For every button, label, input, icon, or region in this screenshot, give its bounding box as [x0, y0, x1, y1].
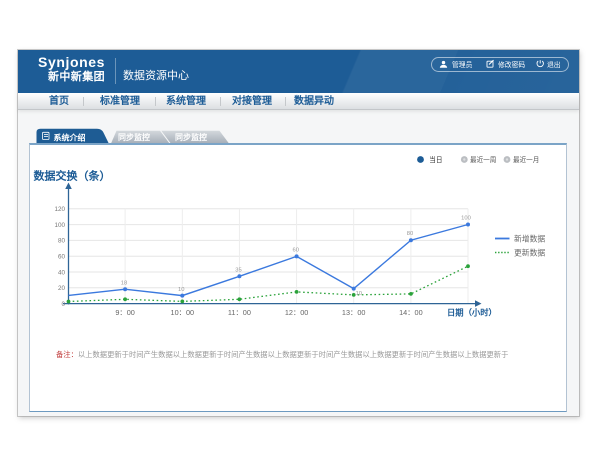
svg-text:修改密码: 修改密码 — [498, 60, 525, 69]
svg-text:更新数据: 更新数据 — [514, 247, 545, 257]
svg-text:12：00: 12：00 — [285, 308, 309, 317]
svg-text:40: 40 — [58, 269, 66, 276]
svg-text:最近一月: 最近一月 — [513, 155, 539, 164]
svg-text:10: 10 — [356, 291, 362, 297]
svg-text:13：00: 13：00 — [342, 308, 366, 317]
svg-text:18: 18 — [121, 281, 127, 287]
svg-text:退出: 退出 — [547, 60, 561, 69]
svg-text:10: 10 — [178, 287, 184, 293]
svg-text:11：00: 11：00 — [228, 308, 251, 317]
svg-text:120: 120 — [54, 206, 65, 213]
svg-text:20: 20 — [58, 285, 66, 292]
svg-text:80: 80 — [407, 231, 413, 237]
svg-text:当日: 当日 — [429, 155, 442, 164]
svg-text:100: 100 — [461, 216, 471, 222]
svg-text:同步监控: 同步监控 — [175, 132, 207, 142]
svg-text:80: 80 — [58, 238, 66, 245]
svg-text:系统介绍: 系统介绍 — [54, 133, 86, 143]
svg-text:管理员: 管理员 — [452, 60, 473, 69]
svg-text:60: 60 — [58, 254, 66, 261]
svg-text:14：00: 14：00 — [399, 308, 423, 317]
svg-text:9：00: 9：00 — [115, 308, 134, 317]
svg-text:35: 35 — [235, 267, 241, 273]
svg-text:100: 100 — [54, 222, 65, 229]
svg-text:数据交换（条）: 数据交换（条） — [34, 169, 111, 183]
svg-text:日期（小时）: 日期（小时） — [447, 308, 497, 318]
svg-text:同步监控: 同步监控 — [118, 132, 150, 142]
svg-text:0: 0 — [61, 301, 65, 308]
svg-text:备注：以上数据更新于时间产生数据以上数据更新于时间产生数据以: 备注：以上数据更新于时间产生数据以上数据更新于时间产生数据以上数据更新于时间产生… — [56, 350, 508, 359]
svg-text:10：00: 10：00 — [171, 308, 195, 317]
svg-text:60: 60 — [292, 247, 298, 253]
svg-text:新增数据: 新增数据 — [514, 233, 545, 243]
svg-text:最近一周: 最近一周 — [470, 155, 496, 164]
